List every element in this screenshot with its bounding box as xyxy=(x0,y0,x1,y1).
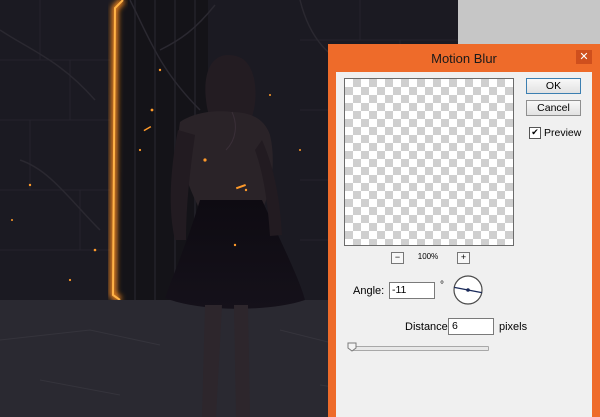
angle-dial-center xyxy=(466,288,470,292)
close-icon: ✕ xyxy=(579,51,589,63)
angle-unit: ° xyxy=(440,280,444,291)
close-button[interactable]: ✕ xyxy=(576,50,592,64)
distance-input[interactable]: 6 xyxy=(448,318,494,335)
preview-area[interactable] xyxy=(344,78,514,246)
distance-slider[interactable] xyxy=(352,346,489,351)
distance-unit: pixels xyxy=(499,321,528,333)
motion-blur-dialog: Motion Blur ✕ − 100% + OK Cancel ✔ Previ… xyxy=(328,44,600,417)
zoom-out-button[interactable]: − xyxy=(391,252,404,264)
distance-label: Distance: xyxy=(405,321,451,333)
ok-button[interactable]: OK xyxy=(526,78,581,94)
angle-input[interactable]: -11 xyxy=(389,282,435,299)
dialog-body: − 100% + OK Cancel ✔ Preview Angle: -11 … xyxy=(336,72,592,417)
cancel-button[interactable]: Cancel xyxy=(526,100,581,116)
zoom-in-button[interactable]: + xyxy=(457,252,470,264)
dialog-title-bar[interactable]: Motion Blur ✕ xyxy=(328,44,600,72)
preview-checkbox[interactable]: ✔ xyxy=(529,127,541,139)
zoom-level: 100% xyxy=(417,252,439,261)
dialog-title: Motion Blur xyxy=(431,51,497,66)
preview-label: Preview xyxy=(544,127,582,139)
angle-label: Angle: xyxy=(353,285,385,297)
angle-dial[interactable] xyxy=(452,274,484,306)
checkmark-icon: ✔ xyxy=(531,127,539,137)
distance-slider-thumb[interactable] xyxy=(347,342,357,352)
